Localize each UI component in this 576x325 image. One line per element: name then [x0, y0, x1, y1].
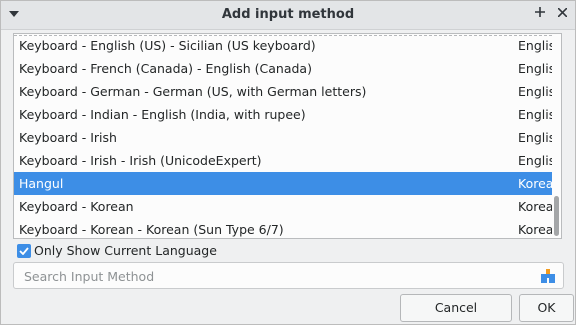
item-language: English [518, 130, 552, 145]
item-name: Keyboard - Irish [19, 130, 117, 145]
add-input-method-dialog: Add input method Keyboard - English (US)… [0, 0, 576, 325]
input-method-list[interactable]: Keyboard - English (US) - Sicilian (US k… [13, 33, 562, 239]
list-item[interactable]: Keyboard - Irish English [14, 126, 552, 149]
list-item[interactable]: Keyboard - Irish - Irish (UnicodeExpert)… [14, 149, 552, 172]
item-language: English [518, 84, 552, 99]
keep-above-plus-icon[interactable] [531, 5, 549, 23]
window-title: Add input method [221, 7, 355, 22]
search-input[interactable] [22, 267, 526, 286]
item-name: Keyboard - English (US) - Sicilian (US k… [19, 38, 316, 53]
search-box[interactable] [13, 262, 564, 289]
only-current-language-checkbox[interactable] [17, 244, 31, 258]
item-name: Keyboard - Korean - Korean (Sun Type 6/7… [19, 222, 284, 237]
title-bar: Add input method [1, 1, 575, 30]
list-item[interactable]: Keyboard - English (US) - Sicilian (US k… [14, 34, 552, 57]
item-language: Korean [518, 222, 552, 237]
item-language: English [518, 153, 552, 168]
item-name: Keyboard - Irish - Irish (UnicodeExpert) [19, 153, 262, 168]
list-scrollbar-thumb[interactable] [554, 196, 559, 236]
item-name: Keyboard - German - German (US, with Ger… [19, 84, 367, 99]
item-language: Korean [518, 199, 552, 214]
list-item[interactable]: Keyboard - Korean Korean [14, 195, 552, 218]
item-language: English [518, 38, 552, 53]
list-item[interactable]: Keyboard - German - German (US, with Ger… [14, 80, 552, 103]
list-item-selected[interactable]: Hangul Korean [14, 172, 552, 195]
only-current-language-label: Only Show Current Language [34, 243, 217, 258]
list-item[interactable]: Keyboard - Korean - Korean (Sun Type 6/7… [14, 218, 552, 238]
item-language: Korean [518, 176, 552, 191]
item-name: Hangul [19, 176, 64, 191]
list-item[interactable]: Keyboard - Indian - English (India, with… [14, 103, 552, 126]
ok-button[interactable]: OK [519, 294, 574, 322]
keyboard-layout-icon[interactable] [540, 268, 556, 284]
close-icon[interactable] [553, 5, 571, 23]
cancel-button[interactable]: Cancel [400, 294, 512, 322]
item-name: Keyboard - Indian - English (India, with… [19, 107, 306, 122]
item-language: English [518, 61, 552, 76]
item-language: English [518, 107, 552, 122]
list-item[interactable]: Keyboard - French (Canada) - English (Ca… [14, 57, 552, 80]
item-name: Keyboard - French (Canada) - English (Ca… [19, 61, 312, 76]
item-name: Keyboard - Korean [19, 199, 134, 214]
